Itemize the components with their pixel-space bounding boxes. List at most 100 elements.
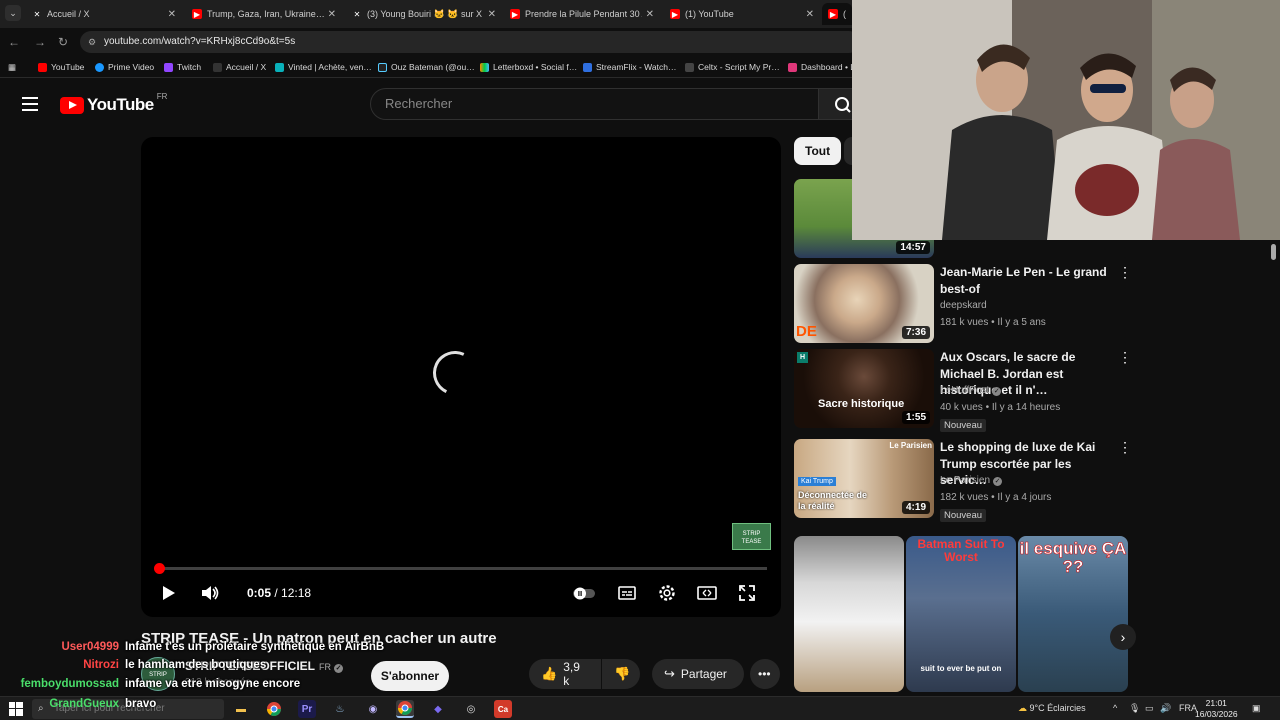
browser-tab[interactable]: ▶ Prendre la Pilule Pendant 30 A… ✕ bbox=[504, 3, 660, 25]
chevron-right-icon[interactable]: › bbox=[1110, 624, 1136, 650]
more-vertical-icon[interactable]: ⋮ bbox=[1118, 265, 1132, 279]
volume-icon bbox=[202, 586, 219, 600]
close-icon[interactable]: ✕ bbox=[168, 9, 176, 20]
theater-icon bbox=[697, 586, 717, 600]
channel-name-container[interactable]: Le Parisien ✓ bbox=[940, 475, 1003, 486]
short-thumbnail[interactable]: Batman Suit To Worst suit to ever be put… bbox=[906, 536, 1016, 692]
more-vertical-icon[interactable]: ⋮ bbox=[1118, 350, 1132, 364]
shorts-shelf: Batman Suit To Worst suit to ever be put… bbox=[794, 536, 1136, 692]
share-button[interactable]: ↪ Partager bbox=[652, 659, 744, 689]
chrome-active-icon[interactable] bbox=[396, 700, 414, 718]
page-scrollbar[interactable] bbox=[1270, 240, 1278, 690]
bookmark-prime-video[interactable]: Prime Video bbox=[95, 60, 154, 74]
file-explorer-icon[interactable]: ▬ bbox=[232, 700, 250, 718]
short-thumbnail[interactable]: il esquive ÇA ?? bbox=[1018, 536, 1128, 692]
video-thumbnail[interactable]: H Sacre historique 1:55 bbox=[794, 349, 934, 428]
close-icon[interactable]: ✕ bbox=[328, 9, 336, 20]
channel-name[interactable]: Le Parisien bbox=[940, 475, 990, 486]
scrubber-handle[interactable] bbox=[154, 563, 166, 574]
more-vertical-icon[interactable]: ⋮ bbox=[1118, 440, 1132, 454]
more-actions-button[interactable]: ••• bbox=[750, 659, 780, 689]
bookmark-youtube[interactable]: YouTube bbox=[38, 60, 84, 74]
browser-tab[interactable]: ▶ (1) YouTube ✕ bbox=[664, 3, 820, 25]
volume-button[interactable] bbox=[199, 582, 221, 604]
channel-name[interactable]: deepskard bbox=[940, 300, 987, 311]
menu-icon[interactable] bbox=[22, 97, 38, 111]
bookmark-streamflix[interactable]: StreamFlix - Watch… bbox=[583, 60, 676, 74]
video-meta: 40 k vues • Il y a 14 heures bbox=[940, 402, 1061, 413]
forward-icon[interactable]: → bbox=[32, 34, 48, 50]
drop-icon[interactable]: ◆ bbox=[429, 700, 447, 718]
steam-icon[interactable]: ♨ bbox=[331, 700, 349, 718]
back-icon[interactable]: ← bbox=[6, 34, 22, 50]
browser-tab[interactable]: ✕ (3) Young Bouiri 🐱 🐱 sur X : "… ✕ bbox=[346, 3, 502, 25]
address-bar[interactable]: ⚙ youtube.com/watch?v=KRHxj8cCd9o&t=5s bbox=[80, 31, 860, 53]
fullscreen-button[interactable] bbox=[736, 582, 758, 604]
close-icon[interactable]: ✕ bbox=[646, 9, 654, 20]
recommendation-item[interactable]: DE 7:36 Jean-Marie Le Pen - Le grand bes… bbox=[794, 264, 1134, 344]
chevron-up-icon[interactable]: ^ bbox=[1113, 703, 1117, 713]
short-thumbnail[interactable] bbox=[794, 536, 904, 692]
tab-search-menu-button[interactable]: ⌄ bbox=[5, 5, 21, 21]
dislike-button[interactable]: 👎 bbox=[602, 659, 640, 689]
close-icon[interactable]: ✕ bbox=[806, 9, 814, 20]
recommendation-item[interactable]: Kai Trump Déconnectée de la réalité Le P… bbox=[794, 439, 1134, 522]
bookmark-x[interactable]: Accueil / X bbox=[213, 60, 266, 74]
taskbar-clock[interactable]: 21:01 16/03/2026 bbox=[1195, 698, 1238, 720]
progress-bar[interactable] bbox=[154, 563, 767, 574]
autoplay-toggle[interactable] bbox=[571, 582, 595, 604]
video-thumbnail[interactable]: Kai Trump Déconnectée de la réalité Le P… bbox=[794, 439, 934, 518]
play-button[interactable] bbox=[157, 582, 179, 604]
browser-tab-active[interactable]: ▶ (1… bbox=[822, 3, 852, 25]
theater-mode-button[interactable] bbox=[696, 582, 718, 604]
recommendation-item[interactable]: H Sacre historique 1:55 Aux Oscars, le s… bbox=[794, 349, 1134, 432]
premiere-pro-icon[interactable]: Pr bbox=[298, 700, 316, 718]
bookmark-celtx[interactable]: Celtx - Script My Pr… bbox=[685, 60, 780, 74]
chat-username: GrandGueux bbox=[49, 698, 119, 710]
bookmark-label: Ouz Bateman (@ou… bbox=[391, 62, 475, 72]
apps-grid-icon[interactable]: ▦ bbox=[8, 60, 16, 74]
filter-chip-all[interactable]: Tout bbox=[794, 137, 842, 165]
volume-icon[interactable]: 🔊 bbox=[1160, 703, 1171, 714]
channel-name-container[interactable]: LeHuffPost ✓ bbox=[940, 385, 1002, 396]
duration-badge: 1:55 bbox=[901, 411, 930, 424]
bookmark-label: YouTube bbox=[51, 62, 85, 72]
video-player[interactable]: STRIP TEASE 0:05 / 12:18 bbox=[141, 137, 781, 617]
channel-watermark[interactable]: STRIP TEASE bbox=[732, 523, 771, 550]
bookmark-vinted[interactable]: Vinted | Achète, ven… bbox=[275, 60, 372, 74]
bookmark-tiktok[interactable]: Ouz Bateman (@ou… bbox=[378, 60, 475, 74]
notification-icon[interactable]: ▣ bbox=[1252, 703, 1261, 714]
bookmark-twitch[interactable]: Twitch bbox=[164, 60, 201, 74]
like-button[interactable]: 👍 3,9 k bbox=[529, 659, 601, 689]
microphone-icon[interactable]: 🎙 bbox=[1129, 703, 1140, 714]
video-thumbnail[interactable]: DE 7:36 bbox=[794, 264, 934, 343]
scrollbar-thumb[interactable] bbox=[1271, 244, 1276, 260]
site-info-icon[interactable]: ⚙ bbox=[88, 31, 96, 53]
channel-name[interactable]: LeHuffPost bbox=[940, 385, 989, 396]
bookmark-letterboxd[interactable]: Letterboxd • Social f… bbox=[480, 60, 577, 74]
gear-icon bbox=[659, 585, 675, 601]
duration-badge: 4:19 bbox=[901, 501, 930, 514]
browser-tab[interactable]: ✕ Accueil / X ✕ bbox=[26, 3, 182, 25]
reload-icon[interactable]: ↻ bbox=[55, 34, 71, 50]
chrome-icon[interactable] bbox=[265, 700, 283, 718]
settings-button[interactable] bbox=[656, 582, 678, 604]
browser-tab[interactable]: ▶ Trump, Gaza, Iran, Ukraine… ✕ bbox=[186, 3, 342, 25]
duration-badge: 14:57 bbox=[896, 241, 930, 254]
discord-icon[interactable]: ◉ bbox=[364, 700, 382, 718]
x-icon bbox=[213, 62, 222, 72]
subtitles-button[interactable] bbox=[616, 582, 638, 604]
video-title[interactable]: Jean-Marie Le Pen - Le grand best-of bbox=[940, 264, 1114, 297]
search-input[interactable]: Rechercher bbox=[370, 88, 820, 120]
network-icon[interactable]: ▭ bbox=[1145, 703, 1154, 714]
obs-icon[interactable]: ◎ bbox=[462, 700, 480, 718]
close-icon[interactable]: ✕ bbox=[488, 9, 496, 20]
bookmark-label: Celtx - Script My Pr… bbox=[698, 62, 780, 72]
youtube-logo[interactable]: YouTube FR bbox=[60, 92, 167, 115]
capcut-icon[interactable]: Ca bbox=[494, 700, 512, 718]
bookmark-label: Vinted | Achète, ven… bbox=[288, 62, 372, 72]
like-count: 3,9 k bbox=[563, 660, 580, 688]
tab-label: (1) YouTube bbox=[685, 9, 734, 19]
weather-widget[interactable]: ☁ 9°C Éclaircies bbox=[1018, 703, 1086, 714]
subscribe-button[interactable]: S'abonner bbox=[371, 661, 449, 691]
